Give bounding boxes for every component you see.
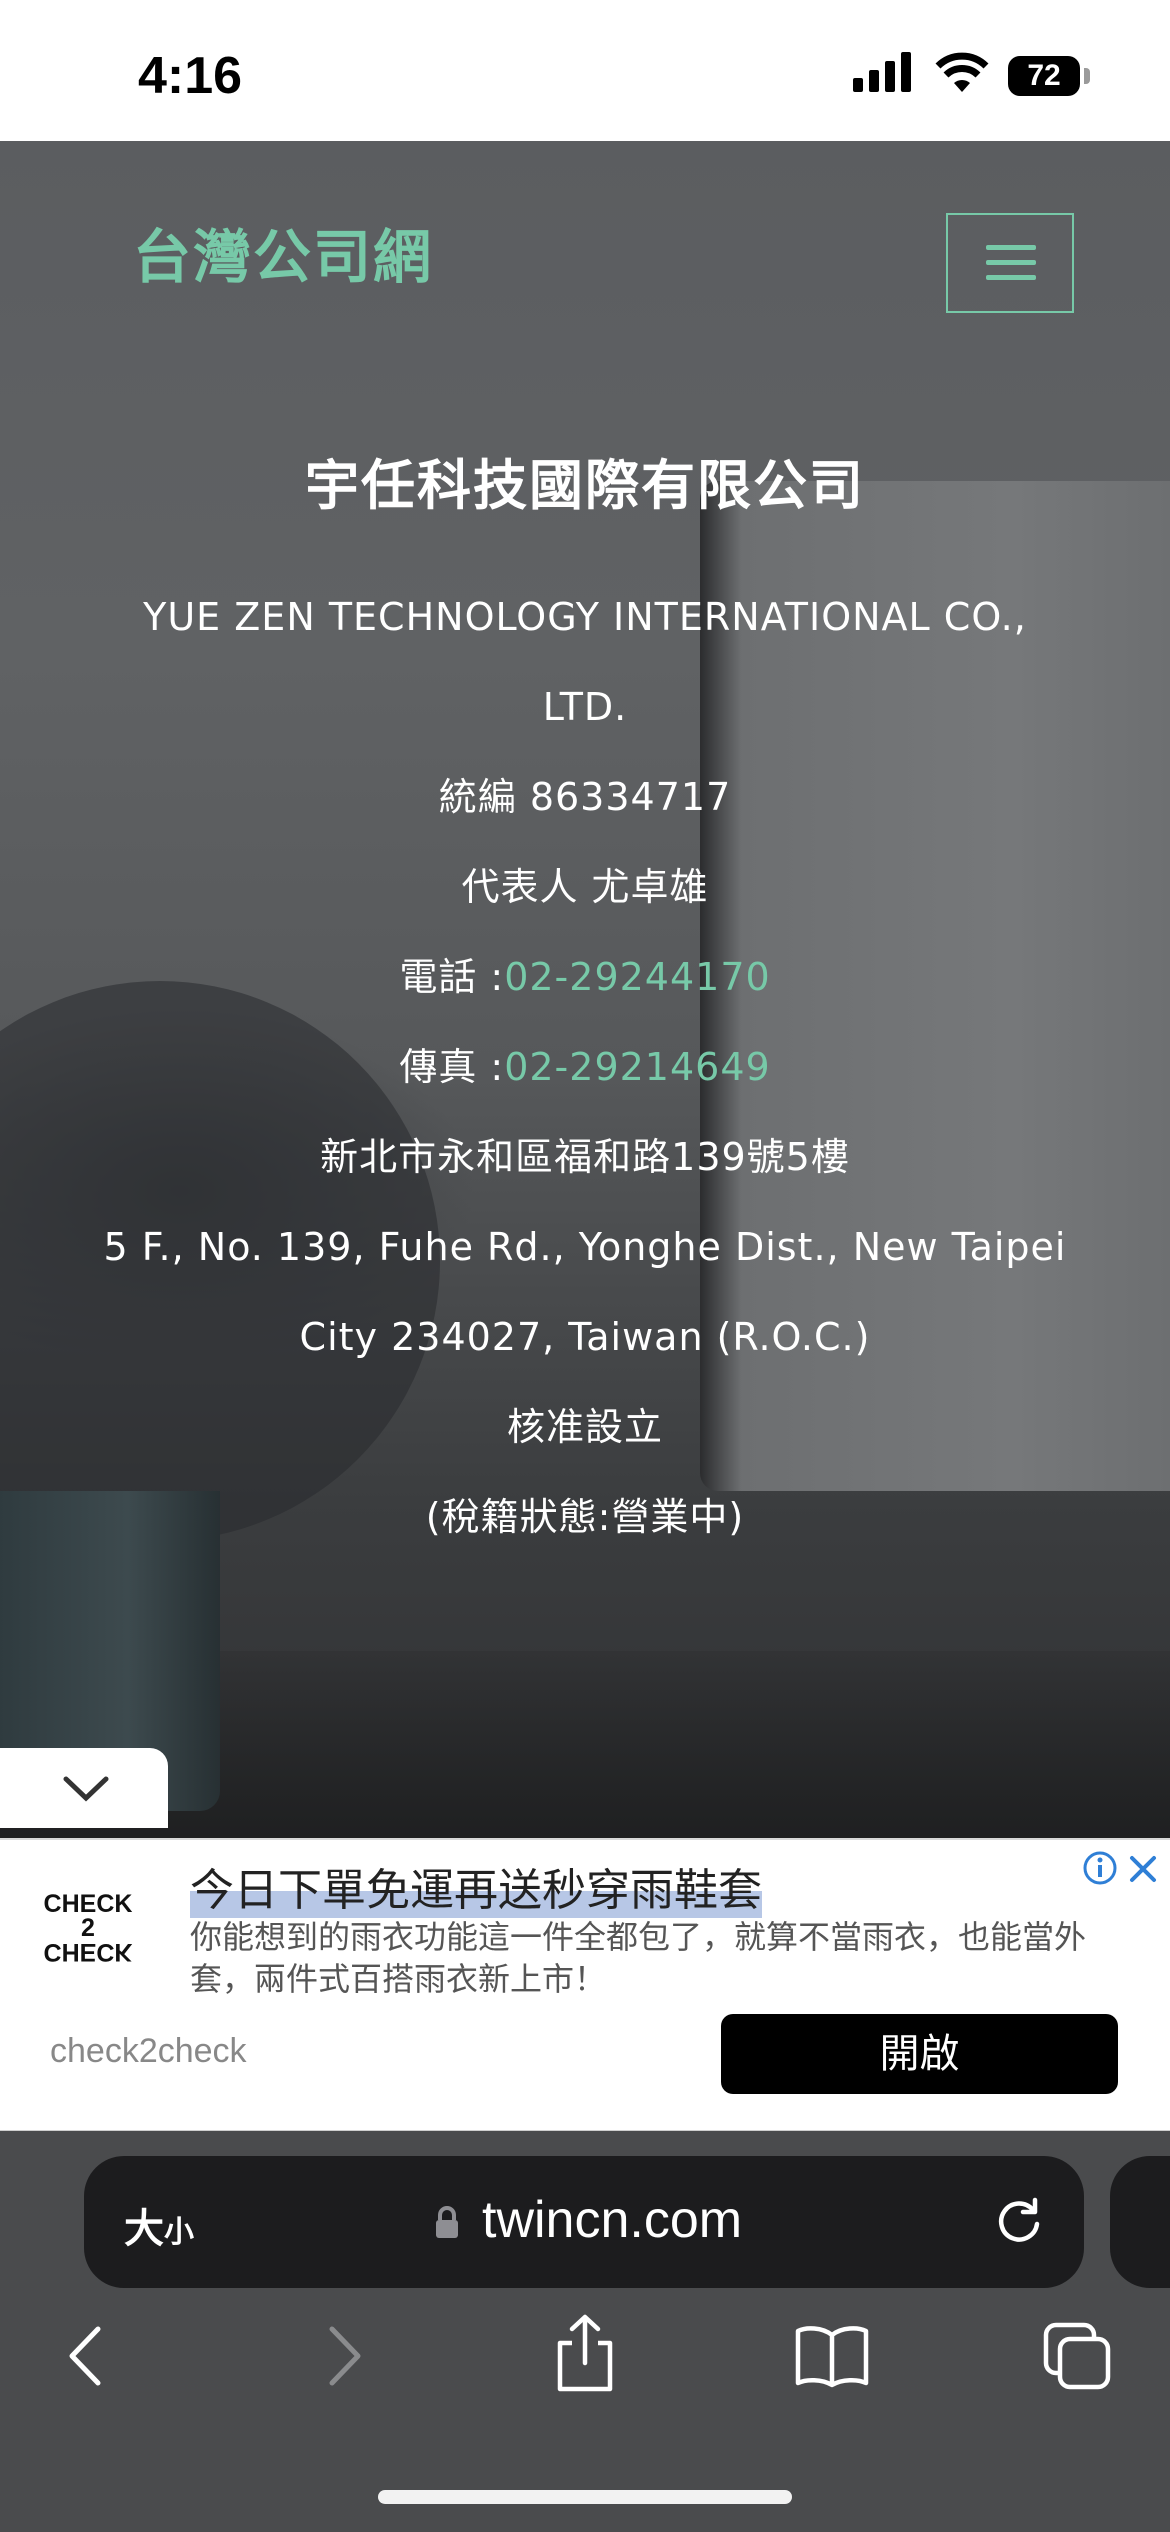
next-tab-preview[interactable] (1110, 2156, 1170, 2288)
ad-brand-logo: CHECK 2 CHECK (43, 1890, 133, 1967)
phone-link[interactable]: 02-29244170 (504, 955, 770, 999)
browser-toolbar: 大小 twincn.com (0, 2131, 1170, 2532)
hamburger-icon (986, 260, 1036, 265)
forward-icon (329, 2326, 361, 2386)
company-name-en-line2: LTD. (542, 685, 628, 729)
company-info: 宇任科技國際有限公司 YUE ZEN TECHNOLOGY INTERNATIO… (60, 441, 1110, 1562)
back-icon[interactable] (58, 2321, 118, 2391)
ad-collapse-tab[interactable] (0, 1748, 168, 1828)
address-en-line2: City 234027, Taiwan (R.O.C.) (299, 1315, 871, 1359)
wifi-icon (935, 52, 989, 92)
address-bar[interactable]: 大小 twincn.com (84, 2156, 1084, 2288)
ad-title[interactable]: 今日下單免運再送秒穿雨鞋套 (190, 1854, 762, 1918)
tax-status: (稅籍狀態:營業中) (425, 1495, 745, 1539)
hamburger-icon (986, 245, 1036, 250)
text-size-button[interactable]: 大小 (124, 2196, 194, 2254)
registration-status: 核准設立 (506, 1405, 663, 1449)
company-name-en-line1: YUE ZEN TECHNOLOGY INTERNATIONAL CO., (143, 595, 1027, 639)
info-icon[interactable] (1082, 1850, 1118, 1886)
close-icon[interactable] (1128, 1854, 1158, 1884)
chevron-down-icon (63, 1776, 109, 1802)
ad-banner[interactable]: CHECK 2 CHECK 今日下單免運再送秒穿雨鞋套 你能想到的雨衣功能這一件… (0, 1838, 1170, 2133)
battery-tip (1084, 68, 1090, 84)
address-en-line1: 5 F., No. 139, Fuhe Rd., Yonghe Dist., N… (103, 1225, 1067, 1269)
signal-icon (853, 52, 911, 92)
ad-description: 你能想到的雨衣功能這一件全都包了，就算不當雨衣，也能當外套，兩件式百搭雨衣新上市… (190, 1918, 1087, 1998)
ad-open-button[interactable]: 開啟 (721, 2014, 1118, 2094)
tax-id: 統編 86334717 (438, 775, 732, 819)
company-hero: 台灣公司網 宇任科技國際有限公司 YUE ZEN TECHNOLOGY INTE… (0, 141, 1170, 1841)
fax-row: 傳真 :02-29214649 (60, 1022, 1110, 1112)
ad-brand-name: check2check (50, 2032, 247, 2070)
site-logo[interactable]: 台灣公司網 (133, 210, 433, 294)
lock-icon (436, 2206, 458, 2238)
menu-button[interactable] (946, 213, 1074, 313)
hamburger-icon (986, 275, 1036, 280)
status-bar: 4:16 72 (0, 0, 1170, 141)
bookmarks-icon[interactable] (792, 2321, 872, 2391)
phone-label: 電話 : (399, 955, 505, 999)
company-name-zh: 宇任科技國際有限公司 (305, 454, 865, 517)
representative: 代表人 尤卓雄 (461, 865, 709, 909)
home-indicator (378, 2490, 792, 2504)
address-zh: 新北市永和區福和路139號5樓 (320, 1135, 850, 1179)
url-domain[interactable]: twincn.com (482, 2190, 742, 2250)
tabs-icon[interactable] (1042, 2321, 1114, 2393)
reload-icon[interactable] (992, 2194, 1046, 2248)
battery-icon: 72 (1008, 56, 1080, 96)
fax-label: 傳真 : (399, 1045, 505, 1089)
share-icon[interactable] (550, 2313, 620, 2393)
fax-link[interactable]: 02-29214649 (504, 1045, 770, 1089)
status-time: 4:16 (138, 47, 243, 105)
phone-row: 電話 :02-29244170 (60, 932, 1110, 1022)
